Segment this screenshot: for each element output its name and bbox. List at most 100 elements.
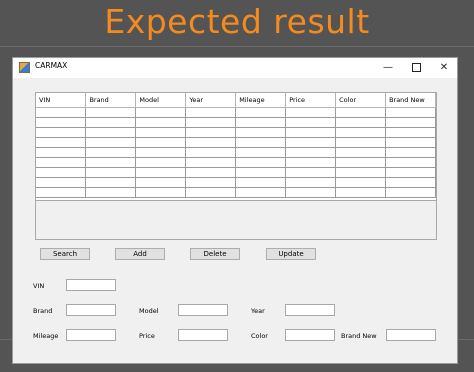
table-cell[interactable] bbox=[36, 137, 87, 148]
table-cell[interactable] bbox=[135, 117, 187, 128]
table-cell[interactable] bbox=[285, 177, 337, 188]
table-cell[interactable] bbox=[85, 117, 137, 128]
table-cell[interactable] bbox=[335, 157, 387, 168]
column-header-color[interactable]: Color bbox=[335, 93, 387, 108]
table-cell[interactable] bbox=[385, 157, 436, 168]
table-cell[interactable] bbox=[85, 167, 137, 178]
table-cell[interactable] bbox=[135, 157, 187, 168]
table-cell[interactable] bbox=[285, 187, 337, 198]
table-cell[interactable] bbox=[335, 167, 387, 178]
table-cell[interactable] bbox=[285, 157, 337, 168]
table-cell[interactable] bbox=[185, 177, 237, 188]
table-cell[interactable] bbox=[185, 187, 237, 198]
table-row[interactable] bbox=[36, 117, 436, 128]
table-cell[interactable] bbox=[135, 127, 187, 138]
table-cell[interactable] bbox=[85, 187, 137, 198]
table-cell[interactable] bbox=[385, 127, 436, 138]
table-row[interactable] bbox=[36, 127, 436, 138]
minimize-button[interactable]: — bbox=[377, 60, 399, 75]
column-header-mileage[interactable]: Mileage bbox=[235, 93, 287, 108]
update-button[interactable]: Update bbox=[266, 248, 316, 260]
table-cell[interactable] bbox=[36, 127, 87, 138]
table-cell[interactable] bbox=[85, 177, 137, 188]
table-cell[interactable] bbox=[335, 117, 387, 128]
table-cell[interactable] bbox=[385, 187, 436, 198]
table-cell[interactable] bbox=[185, 157, 237, 168]
table-cell[interactable] bbox=[335, 137, 387, 148]
brand-field[interactable] bbox=[66, 304, 116, 316]
table-cell[interactable] bbox=[385, 107, 436, 118]
table-cell[interactable] bbox=[36, 117, 87, 128]
table-cell[interactable] bbox=[135, 137, 187, 148]
table-row[interactable] bbox=[36, 177, 436, 188]
model-field[interactable] bbox=[178, 304, 228, 316]
table-cell[interactable] bbox=[185, 117, 237, 128]
table-cell[interactable] bbox=[285, 127, 337, 138]
maximize-button[interactable] bbox=[405, 60, 427, 75]
table-cell[interactable] bbox=[135, 187, 187, 198]
table-cell[interactable] bbox=[285, 117, 337, 128]
table-cell[interactable] bbox=[36, 147, 87, 158]
table-cell[interactable] bbox=[235, 137, 287, 148]
price-field[interactable] bbox=[178, 329, 228, 341]
table-cell[interactable] bbox=[335, 147, 387, 158]
table-cell[interactable] bbox=[36, 167, 87, 178]
table-cell[interactable] bbox=[85, 107, 137, 118]
table-cell[interactable] bbox=[235, 187, 287, 198]
table-cell[interactable] bbox=[335, 107, 387, 118]
table-cell[interactable] bbox=[85, 147, 137, 158]
column-header-model[interactable]: Model bbox=[135, 93, 187, 108]
table-cell[interactable] bbox=[385, 167, 436, 178]
add-button[interactable]: Add bbox=[115, 248, 165, 260]
column-header-price[interactable]: Price bbox=[285, 93, 337, 108]
table-cell[interactable] bbox=[85, 137, 137, 148]
table-cell[interactable] bbox=[235, 107, 287, 118]
table-cell[interactable] bbox=[185, 167, 237, 178]
table-cell[interactable] bbox=[285, 137, 337, 148]
column-header-brand-new[interactable]: Brand New bbox=[385, 93, 436, 108]
table-cell[interactable] bbox=[285, 107, 337, 118]
table-cell[interactable] bbox=[85, 127, 137, 138]
table-cell[interactable] bbox=[185, 137, 237, 148]
table-cell[interactable] bbox=[335, 177, 387, 188]
search-button[interactable]: Search bbox=[40, 248, 90, 260]
table-cell[interactable] bbox=[135, 107, 187, 118]
table-cell[interactable] bbox=[36, 177, 87, 188]
table-cell[interactable] bbox=[36, 187, 87, 198]
table-cell[interactable] bbox=[235, 167, 287, 178]
table-cell[interactable] bbox=[285, 167, 337, 178]
table-cell[interactable] bbox=[185, 107, 237, 118]
color-field[interactable] bbox=[285, 329, 335, 341]
table-cell[interactable] bbox=[235, 117, 287, 128]
window-titlebar[interactable]: CARMAX — ✕ bbox=[13, 58, 457, 78]
cars-table[interactable]: VIN Brand Model Year Mileage Price Color… bbox=[36, 93, 436, 198]
column-header-vin[interactable]: VIN bbox=[36, 93, 87, 108]
table-cell[interactable] bbox=[385, 177, 436, 188]
table-cell[interactable] bbox=[385, 117, 436, 128]
column-header-brand[interactable]: Brand bbox=[85, 93, 137, 108]
table-cell[interactable] bbox=[285, 147, 337, 158]
table-row[interactable] bbox=[36, 167, 436, 178]
table-cell[interactable] bbox=[185, 147, 237, 158]
table-cell[interactable] bbox=[235, 177, 287, 188]
table-cell[interactable] bbox=[135, 167, 187, 178]
vin-field[interactable] bbox=[66, 279, 116, 291]
table-row[interactable] bbox=[36, 147, 436, 158]
year-field[interactable] bbox=[285, 304, 335, 316]
table-cell[interactable] bbox=[385, 147, 436, 158]
cars-table-scrollpane[interactable]: VIN Brand Model Year Mileage Price Color… bbox=[35, 92, 437, 240]
table-row[interactable] bbox=[36, 187, 436, 198]
column-header-year[interactable]: Year bbox=[185, 93, 237, 108]
delete-button[interactable]: Delete bbox=[190, 248, 240, 260]
table-cell[interactable] bbox=[36, 107, 87, 118]
table-cell[interactable] bbox=[235, 147, 287, 158]
table-cell[interactable] bbox=[235, 157, 287, 168]
table-cell[interactable] bbox=[36, 157, 87, 168]
table-cell[interactable] bbox=[135, 147, 187, 158]
table-row[interactable] bbox=[36, 157, 436, 168]
close-button[interactable]: ✕ bbox=[433, 60, 455, 75]
table-cell[interactable] bbox=[185, 127, 237, 138]
table-row[interactable] bbox=[36, 107, 436, 118]
table-cell[interactable] bbox=[335, 187, 387, 198]
brand-new-field[interactable] bbox=[386, 329, 436, 341]
